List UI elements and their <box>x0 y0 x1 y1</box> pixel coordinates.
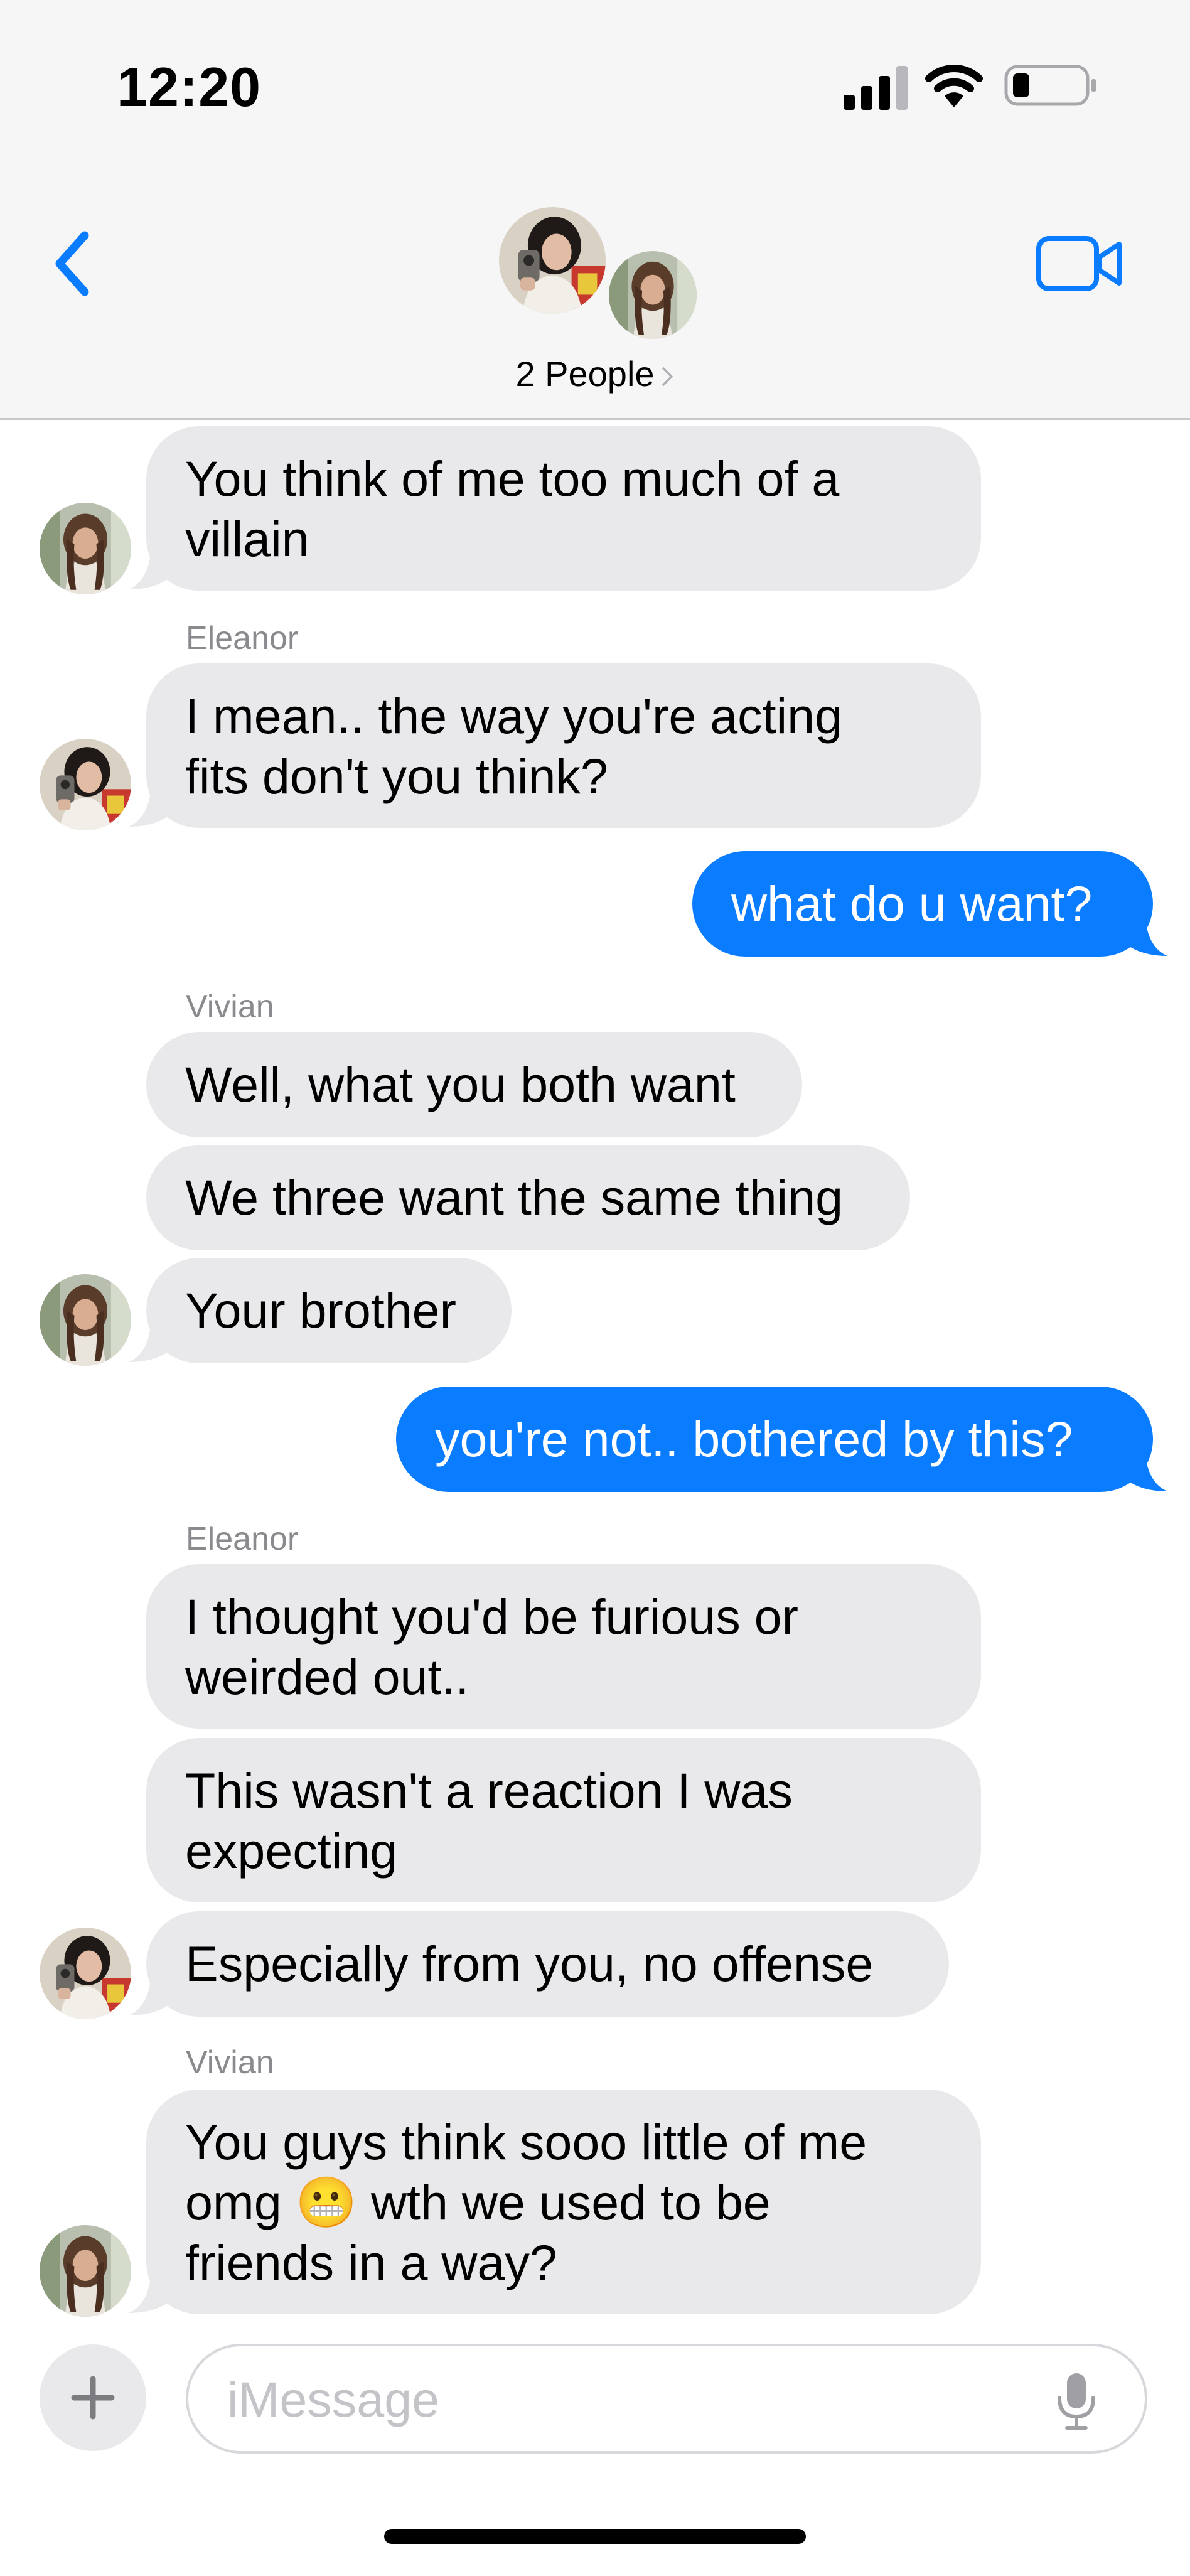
avatar-eleanor <box>499 207 606 314</box>
compose-bar <box>0 2322 1190 2576</box>
avatar-vivian <box>40 2225 131 2317</box>
incoming-message-bubble[interactable]: I mean.. the way you're acting fits don'… <box>146 663 981 828</box>
add-attachment-button[interactable] <box>40 2344 146 2451</box>
avatar-eleanor <box>40 739 131 830</box>
cellular-signal-icon <box>844 66 908 110</box>
people-count-link[interactable]: 2 People <box>0 353 1190 394</box>
video-camera-icon[interactable] <box>1036 235 1123 292</box>
people-count-label[interactable]: 2 People <box>515 354 654 394</box>
avatar-eleanor <box>40 1928 131 2019</box>
sender-name: Eleanor <box>186 1521 299 1557</box>
chevron-right-icon <box>662 367 673 386</box>
incoming-message-bubble[interactable]: Especially from you, no offense <box>146 1911 949 2017</box>
message-input-field[interactable] <box>186 2344 1147 2454</box>
bubble-tail <box>129 2277 169 2313</box>
incoming-message-bubble[interactable]: I thought you'd be furious or weirded ou… <box>146 1564 981 1729</box>
avatar-vivian <box>40 1274 131 1366</box>
conversation-header: 12:20 2 People <box>0 0 1190 420</box>
message-list[interactable]: You think of me too much of a villain El… <box>0 420 1190 2322</box>
home-indicator[interactable] <box>384 2529 806 2544</box>
status-time: 12:20 <box>117 56 262 118</box>
bubble-tail <box>129 1326 169 1362</box>
bubble-tail <box>1127 1455 1167 1491</box>
outgoing-message-bubble[interactable]: you're not.. bothered by this? <box>396 1387 1153 1492</box>
incoming-message-bubble[interactable]: You think of me too much of a villain <box>146 426 981 591</box>
bubble-tail <box>129 553 169 589</box>
incoming-message-bubble[interactable]: We three want the same thing <box>146 1145 910 1250</box>
avatar-vivian <box>606 248 700 342</box>
incoming-message-bubble[interactable]: You guys think sooo little of me omg 😬 w… <box>146 2090 981 2314</box>
bubble-tail <box>129 790 169 827</box>
sender-name: Vivian <box>186 989 274 1025</box>
group-avatars[interactable] <box>496 204 703 348</box>
battery-low-icon <box>1004 65 1096 106</box>
incoming-message-bubble[interactable]: This wasn't a reaction I was expecting <box>146 1738 981 1902</box>
chevron-left-icon[interactable] <box>50 229 94 298</box>
wifi-icon <box>925 65 983 107</box>
sender-name: Eleanor <box>186 620 299 657</box>
message-input[interactable] <box>226 2346 1044 2452</box>
microphone-icon[interactable] <box>1054 2371 1098 2431</box>
bubble-tail <box>129 1979 169 2015</box>
bubble-tail <box>1127 920 1167 956</box>
incoming-message-bubble[interactable]: Your brother <box>146 1258 512 1363</box>
plus-icon <box>71 2376 115 2420</box>
incoming-message-bubble[interactable]: Well, what you both want <box>146 1032 802 1137</box>
avatar-vivian <box>40 503 131 594</box>
outgoing-message-bubble[interactable]: what do u want? <box>692 851 1153 957</box>
sender-name: Vivian <box>186 2044 274 2081</box>
